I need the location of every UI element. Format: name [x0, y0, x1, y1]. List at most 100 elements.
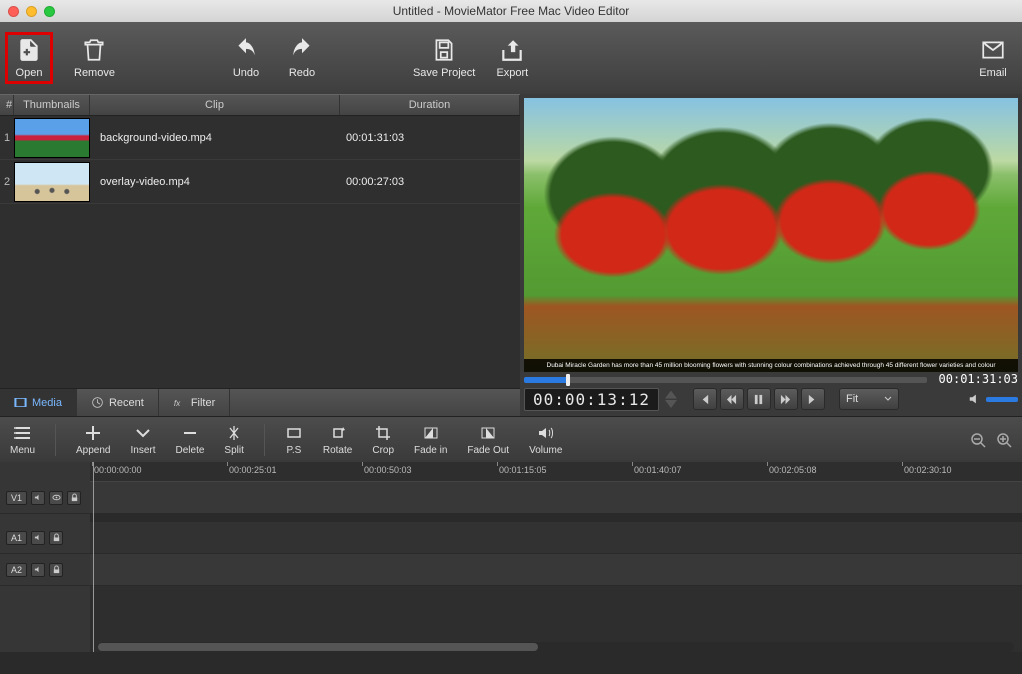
ruler-tick: 00:02:30:10 — [904, 465, 952, 475]
window-title: Untitled - MovieMator Free Mac Video Edi… — [0, 4, 1022, 18]
timeline-menu-button[interactable]: Menu — [10, 424, 35, 456]
zoom-in-icon[interactable] — [996, 432, 1012, 448]
split-button[interactable]: Split — [224, 424, 243, 456]
clip-duration: 00:00:27:03 — [340, 176, 520, 188]
track-row-a2[interactable] — [90, 554, 1022, 586]
fadeout-button[interactable]: Fade Out — [467, 424, 509, 456]
track-body[interactable]: 00:00:00:0000:00:25:0100:00:50:0300:01:1… — [90, 462, 1022, 652]
volume-icon — [537, 424, 555, 442]
save-project-button[interactable]: Save Project — [413, 37, 475, 79]
ps-button[interactable]: P.S — [285, 424, 303, 456]
media-row[interactable]: 2 overlay-video.mp4 00:00:27:03 — [0, 160, 520, 204]
playhead[interactable] — [93, 462, 94, 652]
forward-button[interactable] — [774, 388, 798, 410]
clip-thumbnail — [14, 118, 90, 158]
lock-toggle[interactable] — [49, 531, 63, 545]
forward-icon — [780, 394, 791, 405]
col-dur[interactable]: Duration — [340, 95, 520, 115]
timecode-display[interactable]: 00:00:13:12 — [524, 388, 659, 411]
append-button[interactable]: Append — [76, 424, 110, 456]
track-row-v1[interactable] — [90, 482, 1022, 514]
volume-control[interactable] — [968, 392, 1018, 406]
ruler-tick: 00:00:00:00 — [94, 465, 142, 475]
skip-start-icon — [699, 394, 710, 405]
timecode-stepper[interactable] — [665, 391, 677, 408]
volume-button[interactable]: Volume — [529, 424, 562, 456]
clip-name: background-video.mp4 — [90, 132, 340, 144]
track-row-a1[interactable] — [90, 522, 1022, 554]
crop-icon — [374, 424, 392, 442]
media-row[interactable]: 1 background-video.mp4 00:01:31:03 — [0, 116, 520, 160]
redo-button[interactable]: Redo — [283, 37, 321, 79]
volume-level[interactable] — [986, 397, 1018, 402]
delete-label: Delete — [176, 445, 205, 456]
crop-label: Crop — [372, 445, 394, 456]
col-clip[interactable]: Clip — [90, 95, 340, 115]
zoom-fit-select[interactable]: Fit — [839, 388, 899, 410]
open-button[interactable]: Open — [10, 37, 48, 79]
clip-duration: 00:01:31:03 — [340, 132, 520, 144]
fadeout-icon — [479, 424, 497, 442]
track-header-a2[interactable]: A2 — [0, 554, 90, 586]
crop-button[interactable]: Crop — [372, 424, 394, 456]
rewind-button[interactable] — [720, 388, 744, 410]
timeline-hscrollbar[interactable] — [98, 642, 1014, 652]
undo-label: Undo — [233, 67, 259, 79]
time-ruler[interactable]: 00:00:00:0000:00:25:0100:00:50:0300:01:1… — [90, 462, 1022, 482]
undo-button[interactable]: Undo — [227, 37, 265, 79]
title-bar: Untitled - MovieMator Free Mac Video Edi… — [0, 0, 1022, 22]
media-header: # Thumbnails Clip Duration — [0, 94, 520, 116]
menu-label: Menu — [10, 445, 35, 456]
scrollbar-thumb[interactable] — [98, 643, 538, 651]
delete-button[interactable]: Delete — [176, 424, 205, 456]
remove-button[interactable]: Remove — [74, 37, 115, 79]
trash-icon — [81, 37, 107, 63]
redo-icon — [289, 37, 315, 63]
tab-recent[interactable]: Recent — [77, 389, 159, 416]
save-label: Save Project — [413, 67, 475, 79]
video-caption: Dubai Miracle Garden has more than 45 mi… — [524, 359, 1018, 372]
zoom-out-icon[interactable] — [970, 432, 986, 448]
ruler-tick: 00:00:50:03 — [364, 465, 412, 475]
fadein-button[interactable]: Fade in — [414, 424, 447, 456]
lock-toggle[interactable] — [49, 563, 63, 577]
open-label: Open — [16, 67, 43, 79]
pause-button[interactable] — [747, 388, 771, 410]
scrub-bar[interactable] — [524, 377, 927, 383]
col-num[interactable]: # — [0, 95, 14, 115]
skip-end-button[interactable] — [801, 388, 825, 410]
track-header-a1[interactable]: A1 — [0, 522, 90, 554]
ruler-tick: 00:02:05:08 — [769, 465, 817, 475]
timeline-toolbar: Menu Append Insert Delete Split P.S Rota… — [0, 416, 1022, 462]
rotate-icon — [329, 424, 347, 442]
mute-toggle[interactable] — [31, 563, 45, 577]
lock-toggle[interactable] — [67, 491, 81, 505]
redo-label: Redo — [289, 67, 315, 79]
email-label: Email — [979, 67, 1007, 79]
export-button[interactable]: Export — [493, 37, 531, 79]
save-icon — [431, 37, 457, 63]
media-tabs: Media Recent fx Filter — [0, 388, 520, 416]
tab-filter[interactable]: fx Filter — [159, 389, 230, 416]
tab-media[interactable]: Media — [0, 389, 77, 416]
volume-label: Volume — [529, 445, 562, 456]
scrub-knob[interactable] — [566, 374, 570, 386]
hide-toggle[interactable] — [49, 491, 63, 505]
media-panel: # Thumbnails Clip Duration 1 background-… — [0, 94, 520, 416]
mute-toggle[interactable] — [31, 531, 45, 545]
eye-icon — [52, 493, 61, 502]
col-thumb[interactable]: Thumbnails — [14, 95, 90, 115]
minus-icon — [181, 424, 199, 442]
scrub-fill — [524, 377, 568, 383]
aspect-icon — [285, 424, 303, 442]
split-label: Split — [224, 445, 243, 456]
mute-toggle[interactable] — [31, 491, 45, 505]
email-button[interactable]: Email — [974, 37, 1012, 79]
filmstrip-icon — [14, 396, 27, 409]
insert-button[interactable]: Insert — [131, 424, 156, 456]
skip-start-button[interactable] — [693, 388, 717, 410]
timeline: V1 A1 A2 00:00:00:0000:00:25:0100:00:50:… — [0, 462, 1022, 652]
rotate-button[interactable]: Rotate — [323, 424, 352, 456]
track-header-v1[interactable]: V1 — [0, 482, 90, 514]
preview-video[interactable]: Dubai Miracle Garden has more than 45 mi… — [524, 98, 1018, 372]
